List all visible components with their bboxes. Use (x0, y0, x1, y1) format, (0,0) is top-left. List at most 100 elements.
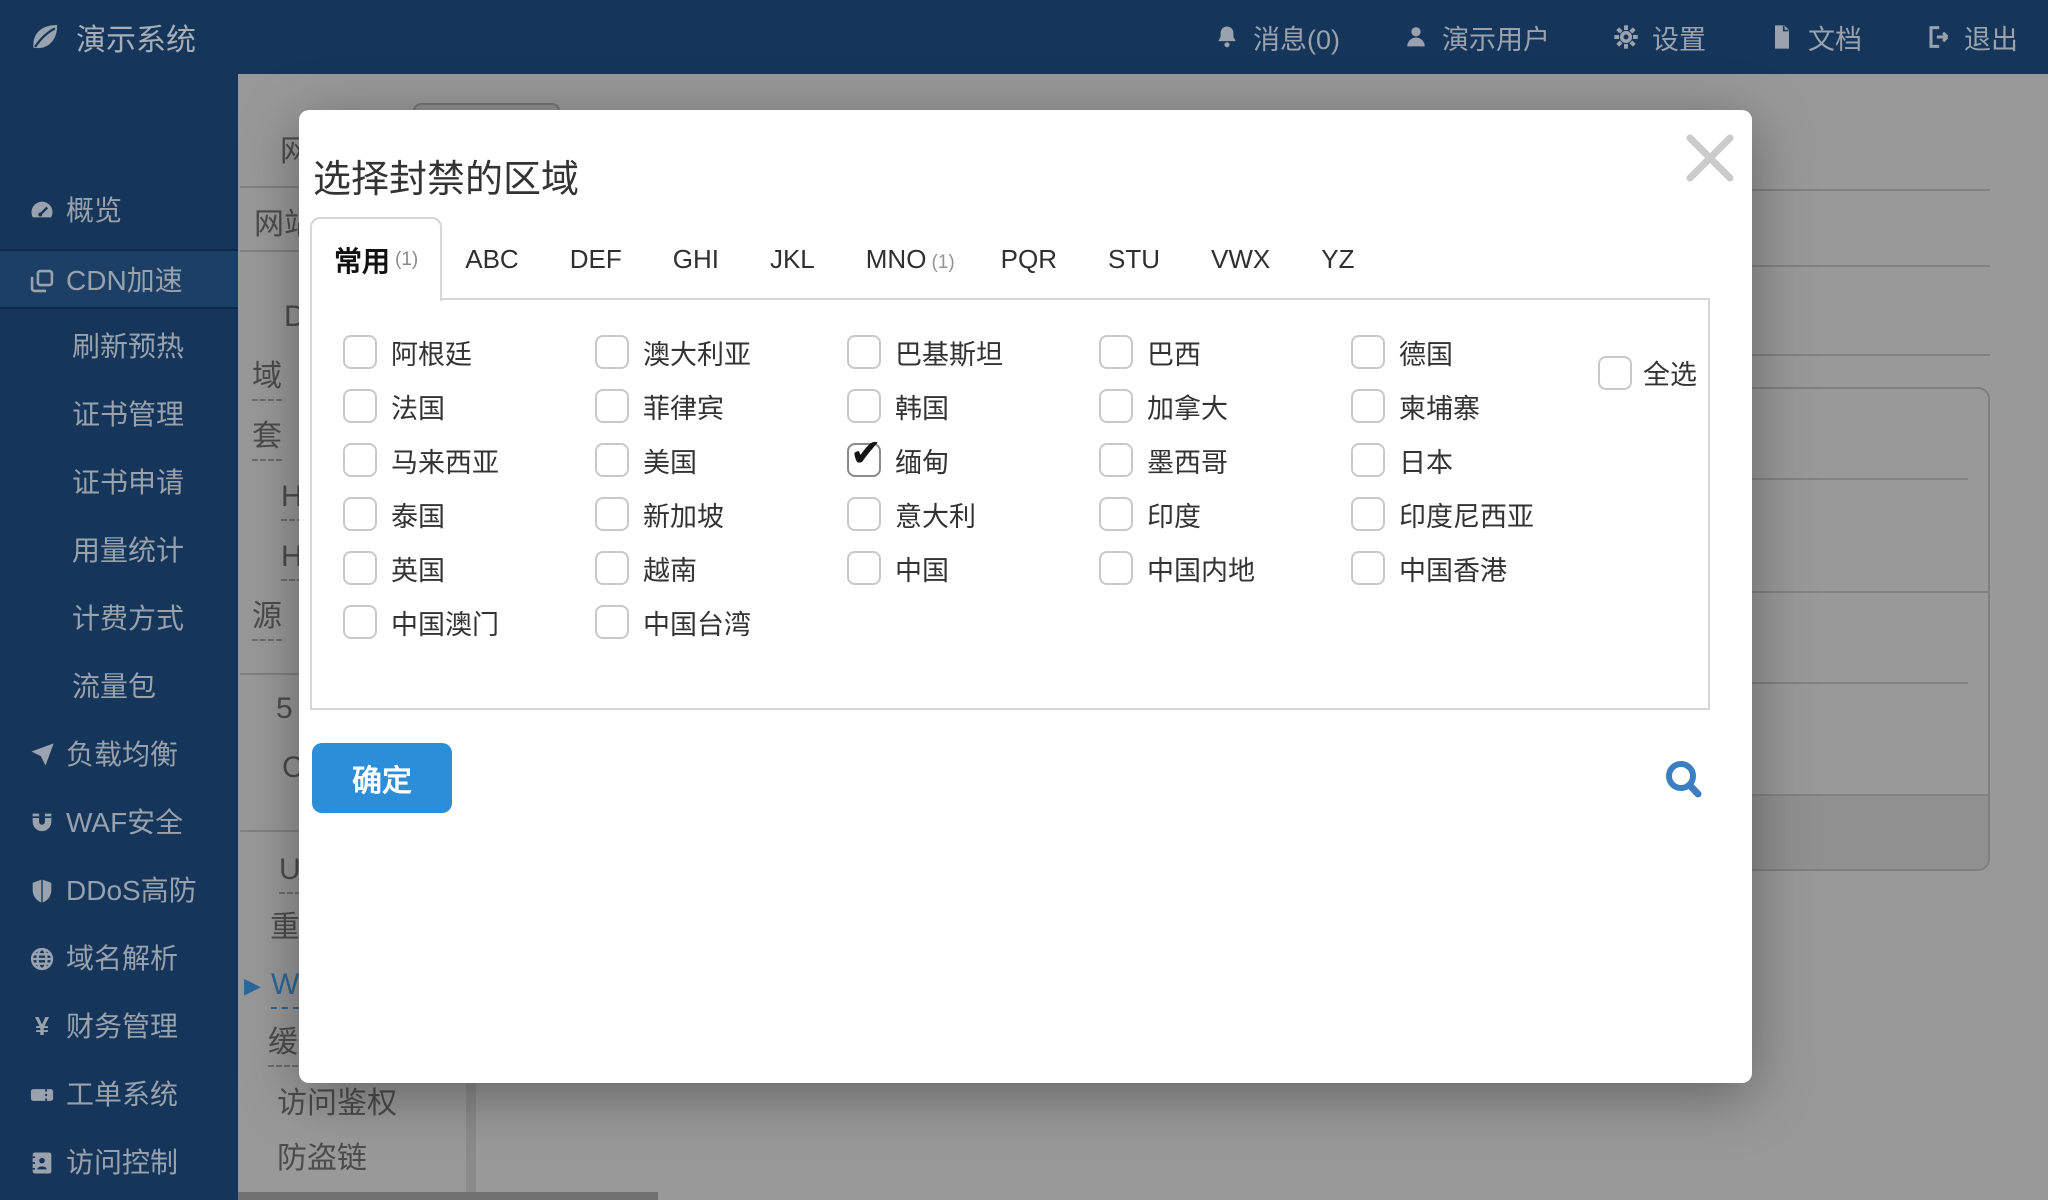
region-checkbox-item[interactable]: ✔缅甸 (847, 443, 1099, 477)
tab-pqr[interactable]: PQR (1001, 244, 1062, 275)
checkbox: ✔ (847, 443, 881, 477)
submenu-fragment: U (279, 850, 301, 894)
topbar-item-settings[interactable]: 设置 (1612, 18, 1706, 57)
region-checkbox-item[interactable]: 泰国 (343, 497, 595, 531)
region-checkbox-item[interactable]: 巴西 (1099, 335, 1351, 369)
globe-icon (28, 945, 56, 973)
region-checkbox-item[interactable]: 印度尼西亚 (1351, 497, 1603, 531)
submenu-fragment: 重 (270, 908, 300, 948)
confirm-button[interactable]: 确定 (312, 743, 452, 813)
tab-def[interactable]: DEF (570, 244, 627, 275)
region-checkbox-item[interactable]: 中国 (847, 551, 1099, 585)
sidebar-item-waf[interactable]: WAF安全 (0, 793, 238, 853)
tab-jkl[interactable]: JKL (770, 244, 820, 275)
dashboard-icon (28, 197, 56, 225)
region-checkbox-item[interactable]: 日本 (1351, 443, 1603, 477)
submenu-item-hotlink-protect[interactable]: 防盗链 (277, 1139, 367, 1179)
tab-stu[interactable]: STU (1108, 244, 1165, 275)
brand: 演示系统 (28, 0, 196, 74)
tab-mno[interactable]: MNO(1) (866, 244, 955, 275)
region-label: 新加坡 (643, 495, 724, 534)
sidebar-item-label: 证书管理 (72, 385, 184, 445)
region-label: 澳大利亚 (643, 333, 751, 372)
submenu-fragment: 套 (252, 417, 282, 461)
region-checkbox-item[interactable]: 韩国 (847, 389, 1099, 423)
region-checkbox-item[interactable]: 中国内地 (1099, 551, 1351, 585)
region-label: 马来西亚 (391, 441, 499, 480)
region-checkbox-item[interactable]: 意大利 (847, 497, 1099, 531)
sidebar-item-label: 流量包 (72, 657, 156, 717)
region-checkbox-item[interactable]: 阿根廷 (343, 335, 595, 369)
checkbox (343, 497, 377, 531)
region-checkbox-item[interactable]: 英国 (343, 551, 595, 585)
tab-yz[interactable]: YZ (1321, 244, 1359, 275)
region-label: 日本 (1399, 441, 1453, 480)
checkbox (595, 551, 629, 585)
region-checkbox-item[interactable]: 德国 (1351, 335, 1603, 369)
region-checkbox-item[interactable]: 马来西亚 (343, 443, 595, 477)
region-checkbox-item[interactable]: 法国 (343, 389, 595, 423)
sidebar: 概览 CDN加速 刷新预热 证书管理 证书申请 用量统计 计费方式 流量包 (0, 74, 238, 1200)
topbar-item-logout[interactable]: 退出 (1924, 18, 2018, 57)
sidebar-item-cdn[interactable]: CDN加速 (0, 249, 238, 309)
submenu-fragment: 5 (276, 689, 293, 729)
region-label: 韩国 (895, 387, 949, 426)
brand-title: 演示系统 (76, 15, 196, 59)
topbar-item-user[interactable]: 演示用户 (1402, 18, 1550, 57)
sidebar-item-finance[interactable]: ¥ 财务管理 (0, 997, 238, 1057)
tab-ghi[interactable]: GHI (673, 244, 724, 275)
sidebar-item-cert-apply[interactable]: 证书申请 (0, 453, 238, 513)
sidebar-item-cert-manage[interactable]: 证书管理 (0, 385, 238, 445)
sidebar-item-dns[interactable]: 域名解析 (0, 929, 238, 989)
region-checkbox-item[interactable]: 柬埔寨 (1351, 389, 1603, 423)
sidebar-item-load-balance[interactable]: 负载均衡 (0, 725, 238, 785)
region-label: 法国 (391, 387, 445, 426)
region-checkbox-item[interactable]: 巴基斯坦 (847, 335, 1099, 369)
region-checkbox-item[interactable]: 菲律宾 (595, 389, 847, 423)
region-checkbox-item[interactable]: 中国澳门 (343, 605, 595, 639)
tab-vwx[interactable]: VWX (1211, 244, 1275, 275)
region-checkbox-item[interactable]: 墨西哥 (1099, 443, 1351, 477)
region-checkbox-item[interactable]: 美国 (595, 443, 847, 477)
sidebar-item-label: 域名解析 (66, 929, 178, 989)
tab-abc[interactable]: ABC (465, 244, 523, 275)
checkbox (1099, 389, 1133, 423)
magnet-icon (28, 809, 56, 837)
sidebar-item-label: 概览 (66, 181, 122, 241)
sidebar-item-overview[interactable]: 概览 (0, 181, 238, 241)
sidebar-item-refresh-prewarm[interactable]: 刷新预热 (0, 317, 238, 377)
region-label: 印度尼西亚 (1399, 495, 1534, 534)
select-all-checkbox[interactable]: 全选 (1598, 353, 1697, 392)
sidebar-item-billing-method[interactable]: 计费方式 (0, 589, 238, 649)
submenu-scrollbar[interactable] (466, 1083, 476, 1192)
tab-label: JKL (770, 244, 815, 274)
close-icon[interactable] (1682, 130, 1738, 186)
leaf-logo-icon (28, 20, 62, 54)
topbar-item-messages[interactable]: 消息(0) (1213, 18, 1340, 57)
region-checkbox-item[interactable]: 加拿大 (1099, 389, 1351, 423)
sidebar-item-tickets[interactable]: 工单系统 (0, 1065, 238, 1125)
checkbox (1099, 443, 1133, 477)
region-label: 中国内地 (1147, 549, 1255, 588)
sidebar-item-access-control[interactable]: 访问控制 (0, 1133, 238, 1193)
sidebar-item-label: WAF安全 (66, 793, 183, 853)
region-checkbox-item[interactable]: 新加坡 (595, 497, 847, 531)
sidebar-item-ddos[interactable]: DDoS高防 (0, 861, 238, 921)
checkbox (1351, 551, 1385, 585)
region-checkbox-item[interactable]: 印度 (1099, 497, 1351, 531)
tab-common[interactable]: 常用 (1) (310, 217, 442, 301)
sidebar-item-usage-stats[interactable]: 用量统计 (0, 521, 238, 581)
search-icon[interactable] (1662, 758, 1708, 804)
topbar-item-label: 设置 (1652, 18, 1706, 57)
region-checkbox-item[interactable]: 澳大利亚 (595, 335, 847, 369)
submenu-item-access-auth[interactable]: 访问鉴权 (277, 1084, 397, 1124)
region-checkbox-item[interactable]: 中国台湾 (595, 605, 847, 639)
region-checkbox-item[interactable]: 越南 (595, 551, 847, 585)
region-list-panel: 阿根廷 澳大利亚 巴基斯坦 巴西 德国 法国 菲律宾 韩国 加拿大 柬埔寨 马来… (310, 298, 1710, 710)
region-label: 加拿大 (1147, 387, 1228, 426)
region-checkbox-item[interactable]: 中国香港 (1351, 551, 1603, 585)
sidebar-item-traffic-pack[interactable]: 流量包 (0, 657, 238, 717)
tab-label: STU (1108, 244, 1160, 274)
region-label: 中国澳门 (391, 603, 499, 642)
topbar-item-docs[interactable]: 文档 (1768, 18, 1862, 57)
